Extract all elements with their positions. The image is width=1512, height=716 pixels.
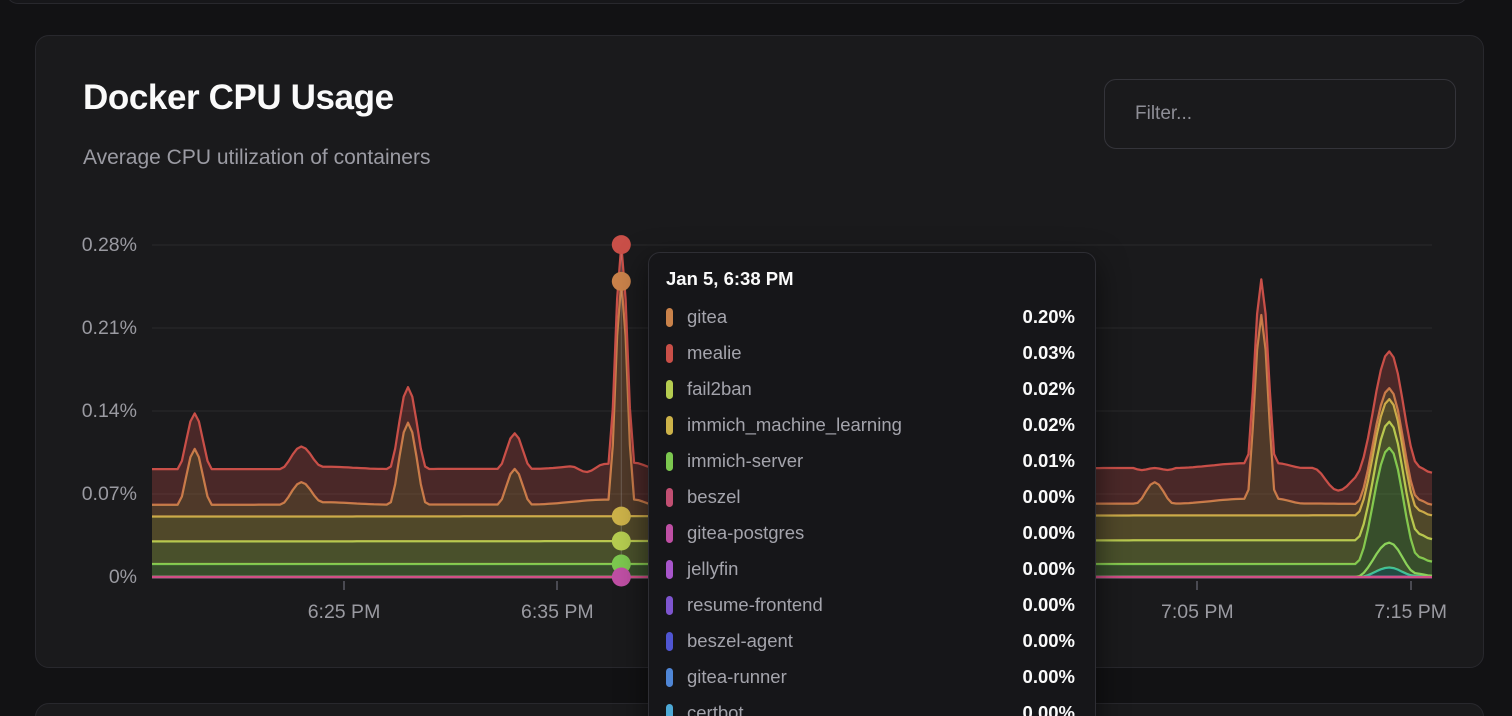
series-name: certbot — [687, 702, 744, 716]
series-name: gitea-postgres — [687, 522, 804, 544]
series-color-marker — [666, 344, 673, 363]
series-value: 0.00% — [1023, 486, 1075, 508]
series-color-marker — [666, 632, 673, 651]
tooltip-row: gitea-runner 0.00% — [666, 659, 1075, 695]
series-name: gitea — [687, 306, 727, 328]
series-value: 0.02% — [1023, 378, 1075, 400]
tooltip-rows: gitea0.20%mealie0.03%fail2ban0.02%immich… — [666, 299, 1075, 716]
tooltip-row: beszel-agent 0.00% — [666, 623, 1075, 659]
series-value: 0.01% — [1023, 450, 1075, 472]
series-color-marker — [666, 488, 673, 507]
series-value: 0.00% — [1023, 522, 1075, 544]
series-name: resume-frontend — [687, 594, 823, 616]
series-color-marker — [666, 380, 673, 399]
series-value: 0.00% — [1023, 594, 1075, 616]
series-value: 0.20% — [1023, 306, 1075, 328]
tooltip-row: jellyfin 0.00% — [666, 551, 1075, 587]
series-name: jellyfin — [687, 558, 738, 580]
tooltip-row: immich_machine_learning 0.02% — [666, 407, 1075, 443]
card-subtitle: Average CPU utilization of containers — [83, 146, 430, 170]
series-name: gitea-runner — [687, 666, 787, 688]
series-value: 0.03% — [1023, 342, 1075, 364]
series-value: 0.00% — [1023, 630, 1075, 652]
series-name: beszel-agent — [687, 630, 793, 652]
dashboard-page: Docker CPU Usage Average CPU utilization… — [0, 0, 1512, 716]
previous-card-edge — [6, 0, 1468, 4]
series-color-marker — [666, 308, 673, 327]
series-color-marker — [666, 560, 673, 579]
series-color-marker — [666, 704, 673, 716]
series-color-marker — [666, 668, 673, 687]
filter-input[interactable] — [1104, 79, 1456, 149]
series-value: 0.02% — [1023, 414, 1075, 436]
series-name: fail2ban — [687, 378, 752, 400]
series-color-marker — [666, 416, 673, 435]
tooltip-row: gitea-postgres 0.00% — [666, 515, 1075, 551]
series-value: 0.00% — [1023, 702, 1075, 716]
tooltip-row: certbot 0.00% — [666, 695, 1075, 716]
tooltip-row: resume-frontend 0.00% — [666, 587, 1075, 623]
series-value: 0.00% — [1023, 558, 1075, 580]
series-value: 0.00% — [1023, 666, 1075, 688]
series-name: immich-server — [687, 450, 803, 472]
series-name: beszel — [687, 486, 740, 508]
tooltip-row: gitea 0.20% — [666, 299, 1075, 335]
series-name: mealie — [687, 342, 742, 364]
series-color-marker — [666, 452, 673, 471]
chart-tooltip: Jan 5, 6:38 PM gitea 0.20% mealie 0.03% fail… — [648, 252, 1096, 716]
tooltip-timestamp: Jan 5, 6:38 PM — [666, 268, 1075, 290]
series-color-marker — [666, 596, 673, 615]
series-name: immich_machine_learning — [687, 414, 902, 436]
page-title: Docker CPU Usage — [83, 78, 394, 118]
series-color-marker — [666, 524, 673, 543]
tooltip-row: immich-server 0.01% — [666, 443, 1075, 479]
tooltip-row: fail2ban 0.02% — [666, 371, 1075, 407]
tooltip-row: mealie 0.03% — [666, 335, 1075, 371]
tooltip-row: beszel 0.00% — [666, 479, 1075, 515]
